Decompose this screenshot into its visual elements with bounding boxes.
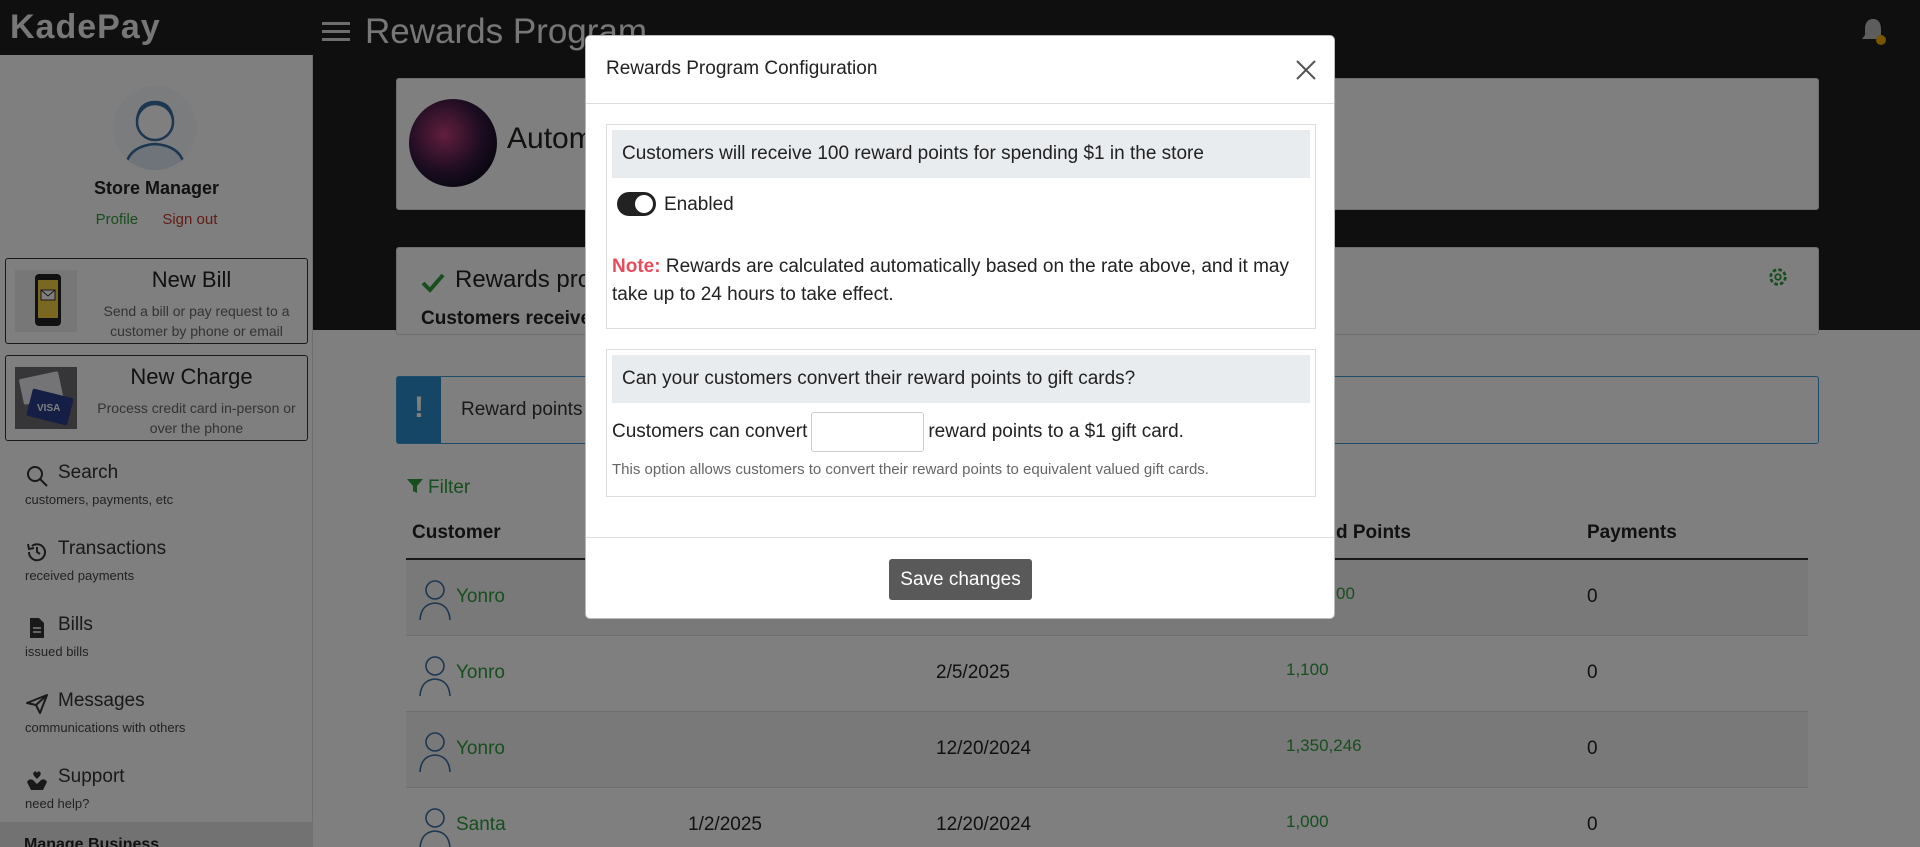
- rewards-note: Note: Rewards are calculated automatical…: [612, 253, 1302, 309]
- close-icon[interactable]: [1294, 58, 1318, 82]
- modal-title: Rewards Program Configuration: [606, 58, 878, 79]
- rewards-enabled-label: Enabled: [664, 194, 734, 215]
- save-changes-button[interactable]: Save changes: [889, 559, 1032, 600]
- modal-header: Rewards Program Configuration: [586, 36, 1334, 104]
- reward-rate-section: Customers will receive 100 reward points…: [606, 124, 1316, 329]
- conversion-help-text: This option allows customers to convert …: [612, 461, 1209, 478]
- reward-rate-text: Customers will receive 100 reward points…: [612, 130, 1310, 178]
- rewards-config-modal: Rewards Program Configuration Customers …: [585, 35, 1335, 619]
- rewards-enabled-toggle[interactable]: [617, 192, 656, 216]
- conversion-points-input[interactable]: [811, 412, 925, 452]
- gift-card-conversion-section: Can your customers convert their reward …: [606, 349, 1316, 497]
- modal-footer-divider: [586, 537, 1334, 538]
- note-label: Note:: [612, 256, 661, 277]
- conversion-question: Can your customers convert their reward …: [612, 355, 1310, 403]
- note-text: Rewards are calculated automatically bas…: [612, 256, 1289, 305]
- toggle-knob: [635, 195, 653, 213]
- conversion-prefix: Customers can convert: [612, 421, 808, 442]
- conversion-suffix: reward points to a $1 gift card.: [928, 421, 1184, 442]
- conversion-line: Customers can convert reward points to a…: [612, 412, 1184, 452]
